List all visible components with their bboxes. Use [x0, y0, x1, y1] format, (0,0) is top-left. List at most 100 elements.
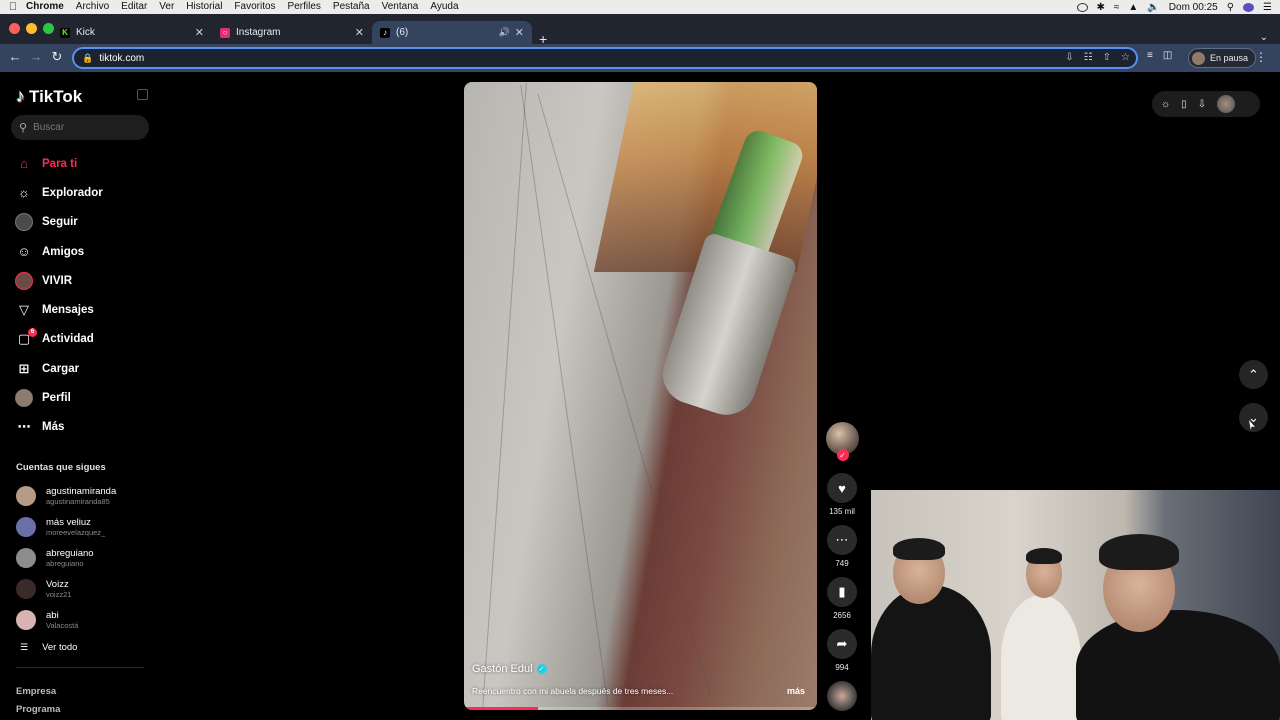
tiktok-note-icon: ♪ — [16, 86, 25, 106]
webcam-person-middle — [1001, 595, 1081, 720]
list-item[interactable]: abi Valacostá — [16, 604, 156, 635]
siri-icon[interactable] — [1243, 2, 1255, 12]
download-icon[interactable]: ⇩ — [1198, 99, 1206, 110]
account-handle: voizz21 — [46, 589, 72, 599]
close-window-button[interactable] — [9, 23, 20, 34]
bluetooth-icon[interactable]: ✱ — [1097, 2, 1105, 13]
search-box[interactable]: ⚲ — [11, 115, 149, 140]
sidebar-item-actividad[interactable]: ▢ 6 Actividad — [15, 325, 155, 354]
airplay-icon[interactable]: ▲ — [1128, 2, 1138, 13]
menu-ayuda[interactable]: Ayuda — [430, 0, 458, 14]
menu-ver[interactable]: Ver — [159, 0, 174, 14]
reload-button[interactable]: ↻ — [48, 49, 66, 65]
live-avatar-icon — [15, 271, 33, 290]
close-tab-icon[interactable]: ✕ — [515, 26, 524, 39]
share-icon[interactable]: ⇧ — [1103, 52, 1111, 63]
list-item[interactable]: Voizz voizz21 — [16, 573, 156, 604]
address-bar[interactable]: 🔒 tiktok.com ⇩ ☷ ⇧ ☆ — [72, 47, 1138, 69]
translate-icon[interactable]: ☷ — [1084, 52, 1093, 63]
share-button[interactable]: ➦ — [827, 629, 857, 659]
next-video-button[interactable]: ⌄ — [1239, 403, 1268, 432]
save-button[interactable]: ▮ — [827, 577, 857, 607]
sidebar-item-label: Actividad — [42, 333, 94, 346]
follow-plus-icon[interactable]: ✓ — [836, 449, 849, 461]
collapse-sidebar-icon[interactable] — [137, 89, 148, 100]
like-button[interactable]: ♥ — [827, 473, 857, 503]
tab-search-icon[interactable]: ⌄ — [1260, 32, 1268, 43]
compass-icon: ☼ — [18, 185, 30, 201]
menu-ventana[interactable]: Ventana — [382, 0, 419, 14]
forward-button[interactable]: → — [27, 49, 45, 64]
list-item[interactable]: más veliuz moreevelazquez_ — [16, 512, 156, 543]
menu-pestana[interactable]: Pestaña — [333, 0, 370, 14]
minimize-window-button[interactable] — [26, 23, 37, 34]
sidebar-item-mas[interactable]: ⋯ Más — [15, 413, 155, 442]
webcam-hair-right — [1099, 534, 1179, 570]
account-handle: agustinamiranda85 — [46, 497, 110, 507]
description-more-button[interactable]: más — [787, 686, 805, 696]
sidebar-item-amigos[interactable]: ☺ Amigos — [15, 237, 155, 266]
lock-icon[interactable]: 🔒 — [82, 53, 93, 64]
install-app-icon[interactable]: ⇩ — [1065, 52, 1073, 63]
sidebar-item-vivir[interactable]: VIVIR — [15, 266, 155, 295]
sidebar-item-label: Explorador — [42, 186, 103, 199]
back-button[interactable]: ← — [6, 49, 24, 64]
close-tab-icon[interactable]: ✕ — [355, 26, 364, 39]
user-avatar[interactable] — [1217, 95, 1236, 113]
see-all-link[interactable]: ☰ Ver todo — [20, 642, 77, 653]
tab-title: Kick — [76, 27, 95, 38]
side-panel-icon[interactable]: ◫ — [1163, 50, 1172, 61]
sidebar-item-mensajes[interactable]: ▽ Mensajes — [15, 295, 155, 324]
video-author[interactable]: Gastón Edul ✓ — [472, 663, 547, 675]
wifi-icon[interactable]: ≈ — [1114, 2, 1120, 13]
url-text[interactable]: tiktok.com — [99, 53, 144, 64]
spotlight-icon[interactable]: ⚲ — [1227, 2, 1234, 13]
music-disc-avatar[interactable] — [827, 681, 857, 711]
audio-playing-icon[interactable]: 🔊 — [499, 27, 510, 38]
creator-avatar[interactable]: ✓ — [825, 422, 859, 461]
tab-tiktok[interactable]: ♪ (6) 🔊 ✕ — [372, 21, 532, 44]
footer-link-empresa[interactable]: Empresa — [16, 686, 56, 697]
sidebar-item-para-ti[interactable]: ⌂ Para ti — [15, 149, 155, 178]
search-input[interactable] — [33, 122, 134, 133]
video-progress-bar[interactable] — [464, 707, 817, 710]
screen-share-icon[interactable] — [1076, 2, 1088, 12]
menu-perfiles[interactable]: Perfiles — [288, 0, 321, 14]
bookmark-star-icon[interactable]: ☆ — [1121, 52, 1130, 63]
tab-kick[interactable]: K Kick ✕ — [52, 21, 212, 44]
close-tab-icon[interactable]: ✕ — [195, 26, 204, 39]
list-item[interactable]: agustinamiranda agustinamiranda85 — [16, 481, 156, 512]
sidebar-item-seguir[interactable]: Seguir — [15, 208, 155, 237]
menu-archivo[interactable]: Archivo — [76, 0, 109, 14]
comment-button[interactable]: ⋯ — [827, 525, 857, 555]
tab-instagram[interactable]: ○ Instagram ✕ — [212, 21, 372, 44]
sidebar-item-explorador[interactable]: ☼ Explorador — [15, 178, 155, 207]
footer-link-programa[interactable]: Programa — [16, 704, 60, 715]
reading-list-icon[interactable]: ≡ — [1147, 50, 1153, 61]
clock[interactable]: Dom 00:25 — [1169, 2, 1218, 13]
sidebar-item-label: Mensajes — [42, 304, 94, 317]
profile-button[interactable]: En pausa — [1188, 48, 1257, 68]
bookmark-icon: ▮ — [838, 584, 846, 599]
apple-icon[interactable]:  — [0, 1, 26, 13]
previous-video-button[interactable]: ⌃ — [1239, 360, 1268, 389]
sidebar-item-cargar[interactable]: ⊞ Cargar — [15, 354, 155, 383]
list-item[interactable]: abreguiano abreguiano — [16, 543, 156, 574]
menu-historial[interactable]: Historial — [186, 0, 222, 14]
toolbar-icons: ≡ ◫ — [1147, 50, 1172, 61]
menu-app-chrome[interactable]: Chrome — [26, 0, 64, 14]
phone-icon[interactable]: ▯ — [1181, 99, 1187, 110]
browser-tabbar: K Kick ✕ ○ Instagram ✕ ♪ (6) 🔊 ✕ + ⌄ — [0, 14, 1280, 47]
tiktok-logo[interactable]: ♪ TikTok — [16, 86, 82, 107]
control-center-icon[interactable]: ☰ — [1263, 2, 1272, 13]
avatar — [16, 547, 36, 568]
menu-favoritos[interactable]: Favoritos — [234, 0, 275, 14]
video-player[interactable]: Gastón Edul ✓ Reencuentro con mi abuela … — [464, 82, 817, 710]
account-handle: abreguiano — [46, 558, 84, 568]
tab-title: Instagram — [236, 27, 281, 38]
sidebar-item-perfil[interactable]: Perfil — [15, 383, 155, 412]
volume-icon[interactable]: 🔈 — [1147, 2, 1159, 13]
compass-icon[interactable]: ☼ — [1161, 99, 1170, 110]
menu-editar[interactable]: Editar — [121, 0, 147, 14]
browser-menu-icon[interactable]: ⋮ — [1255, 50, 1267, 64]
